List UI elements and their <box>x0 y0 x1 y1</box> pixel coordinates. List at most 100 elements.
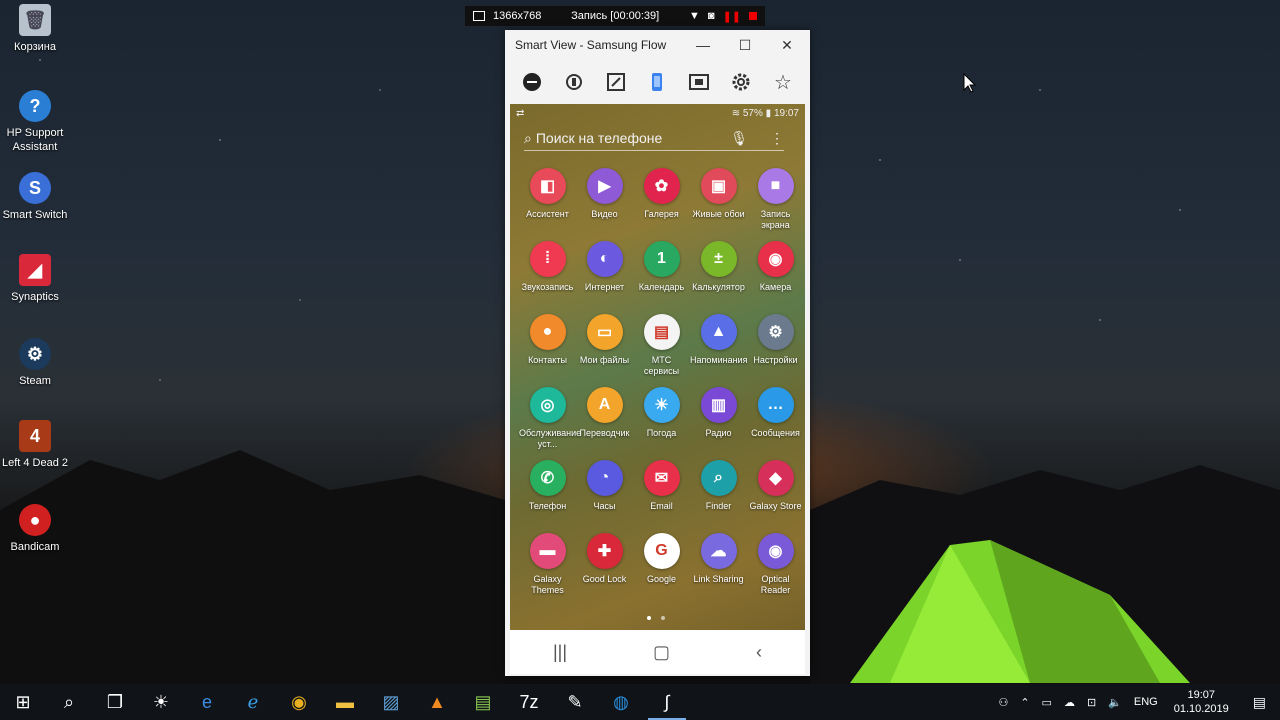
app-icon[interactable]: ⚙ Настройки <box>747 314 804 366</box>
desktop-icon-steam[interactable]: ⚙ Steam <box>0 338 70 388</box>
app-label: Телефон <box>528 501 567 511</box>
close-button[interactable]: ✕ <box>767 30 807 60</box>
app-label: Часы <box>593 501 616 511</box>
app-icon[interactable]: ◧ Ассистент <box>519 168 576 220</box>
windows-start-icon[interactable]: ⊞ <box>0 684 46 720</box>
minimize-button[interactable]: — <box>683 30 723 60</box>
app-icon[interactable]: ✿ Галерея <box>633 168 690 220</box>
language-indicator[interactable]: ENG <box>1128 696 1164 708</box>
app-icon[interactable]: ± Калькулятор <box>690 241 747 293</box>
desktop-icon-left4dead[interactable]: 4 Left 4 Dead 2 <box>0 420 70 470</box>
desktop-icon-bandicam[interactable]: ● Bandicam <box>0 504 70 554</box>
pause-icon[interactable]: ❚❚ <box>723 10 741 23</box>
taskbar-apps: ⊞ ⌕ ❐ ☀ e ℯ ◉ ▬ ▨ ▲ ▤ 7z ✎ ◍ ∫ <box>0 684 690 720</box>
people-icon[interactable]: ⚇ <box>992 696 1014 709</box>
paint-icon[interactable]: ✎ <box>552 684 598 720</box>
window-mode-icon[interactable] <box>473 11 485 21</box>
app-label: Finder <box>705 501 732 511</box>
app-label: Ассистент <box>526 209 569 219</box>
app-icon[interactable]: … Сообщения <box>747 387 804 439</box>
bandicam-recorder-bar[interactable]: 1366x768 Запись [00:00:39] ▼ ◙ ❚❚ <box>465 6 765 26</box>
app-icon[interactable]: ◔ Часы <box>576 460 633 512</box>
file-explorer-icon[interactable]: ▬ <box>322 684 368 720</box>
app-icon[interactable]: ▬ Galaxy Themes <box>519 533 576 596</box>
star-icon[interactable]: ☆ <box>771 70 795 94</box>
hp-icon[interactable]: ◍ <box>598 684 644 720</box>
battery-tray-icon[interactable]: ▭ <box>1036 696 1058 709</box>
network-icon[interactable]: ⊡ <box>1081 696 1102 709</box>
phone-search-bar[interactable]: ⌕ Поиск на телефоне 🎙 ⋮ <box>524 126 784 151</box>
dropdown-icon[interactable]: ▼ <box>689 10 700 22</box>
more-options-icon[interactable]: ⋮ <box>770 130 784 147</box>
app-icon[interactable]: ◐ Интернет <box>576 241 633 293</box>
onedrive-icon[interactable]: ☁ <box>1058 696 1081 709</box>
minus-icon[interactable] <box>520 70 544 94</box>
app-icon[interactable]: ☁ Link Sharing <box>690 533 747 585</box>
camera-icon[interactable]: ◙ <box>708 10 715 22</box>
chrome-icon[interactable]: ◉ <box>276 684 322 720</box>
battery-icon: ▮ <box>765 107 772 119</box>
app-icon[interactable]: ◎ Обслуживание уст... <box>519 387 581 450</box>
window-titlebar[interactable]: Smart View - Samsung Flow — ☐ ✕ <box>505 30 810 60</box>
task-view-icon[interactable]: ❐ <box>92 684 138 720</box>
recent-apps-button[interactable]: ||| <box>553 642 567 663</box>
phone-icon[interactable] <box>645 70 669 94</box>
photos-icon[interactable]: ▨ <box>368 684 414 720</box>
app-label: Запись экрана <box>760 209 791 230</box>
phone-search-placeholder: Поиск на телефоне <box>535 130 663 146</box>
expand-icon[interactable] <box>604 70 628 94</box>
desktop-icon-synaptics[interactable]: ◢ Synaptics <box>0 254 70 304</box>
app-icon[interactable]: ⌕ Finder <box>690 460 747 512</box>
app-icon[interactable]: ☀ Погода <box>633 387 690 439</box>
steam-icon: ⚙ <box>19 338 51 370</box>
chevron-up-icon[interactable]: ⌃ <box>1014 696 1035 709</box>
vlc-icon[interactable]: ▲ <box>414 684 460 720</box>
desktop-icon-smart-switch[interactable]: S Smart Switch <box>0 172 70 222</box>
app-label: Погода <box>646 428 677 438</box>
app-glyph-icon: ◆ <box>757 460 794 496</box>
rotate-icon[interactable] <box>562 70 586 94</box>
app-icon[interactable]: 1 Календарь <box>633 241 690 293</box>
app-label: Интернет <box>584 282 625 292</box>
7zip-icon[interactable]: 7z <box>506 684 552 720</box>
app-icon[interactable]: ▶ Видео <box>576 168 633 220</box>
phone-screen[interactable]: ⇄ ≋ 57% ▮ 19:07 ⌕ Поиск на телефоне 🎙 ⋮ … <box>510 104 805 674</box>
app-icon[interactable]: ▥ Радио <box>690 387 747 439</box>
notifications-icon[interactable]: ▤ <box>1239 694 1280 711</box>
desktop-icon-hp-support[interactable]: ? HP Support Assistant <box>0 90 70 154</box>
app-icon[interactable]: ✉ Email <box>633 460 690 512</box>
desktop-icon-recycle-bin[interactable]: 🗑 Корзина <box>0 4 70 54</box>
app-icon[interactable]: ▲ Напоминания <box>690 314 747 366</box>
brightness-icon[interactable]: ☀ <box>138 684 184 720</box>
stop-icon[interactable] <box>749 12 757 20</box>
app-icon[interactable]: ◆ Galaxy Store <box>747 460 804 512</box>
search-icon[interactable]: ⌕ <box>46 684 92 720</box>
app-icon[interactable]: ◉ Optical Reader <box>747 533 804 596</box>
app-icon[interactable]: A Переводчик <box>576 387 633 439</box>
app-icon[interactable]: ● Контакты <box>519 314 576 366</box>
app-icon[interactable]: G Google <box>633 533 690 585</box>
app-icon[interactable]: ▣ Живые обои <box>690 168 747 220</box>
volume-icon[interactable]: 🔈 <box>1102 696 1128 709</box>
app-icon[interactable]: ◉ Камера <box>747 241 804 293</box>
taskbar-clock[interactable]: 19:07 01.10.2019 <box>1164 688 1239 716</box>
app-icon[interactable]: ■ Запись экрана <box>747 168 804 231</box>
app-label: Радио <box>705 428 732 438</box>
home-button[interactable]: ▢ <box>653 642 670 663</box>
edge-icon[interactable]: e <box>184 684 230 720</box>
back-button[interactable]: ‹ <box>756 642 762 663</box>
app-icon[interactable]: ▤ МТС сервисы <box>633 314 690 377</box>
gear-icon[interactable] <box>729 70 753 94</box>
app-glyph-icon: ◐ <box>586 241 623 277</box>
app-icon[interactable]: ✆ Телефон <box>519 460 576 512</box>
app-icon[interactable]: ▭ Мои файлы <box>576 314 633 366</box>
maximize-button[interactable]: ☐ <box>725 30 765 60</box>
samsung-flow-icon[interactable]: ∫ <box>644 684 690 720</box>
microphone-icon[interactable]: 🎙 <box>730 130 748 147</box>
app-icon[interactable]: ✚ Good Lock <box>576 533 633 585</box>
screenshot-icon[interactable] <box>687 70 711 94</box>
internet-explorer-icon[interactable]: ℯ <box>230 684 276 720</box>
notepad-icon[interactable]: ▤ <box>460 684 506 720</box>
app-icon[interactable]: ⦙ Звукозапись <box>519 241 576 293</box>
synaptics-icon: ◢ <box>19 254 51 286</box>
